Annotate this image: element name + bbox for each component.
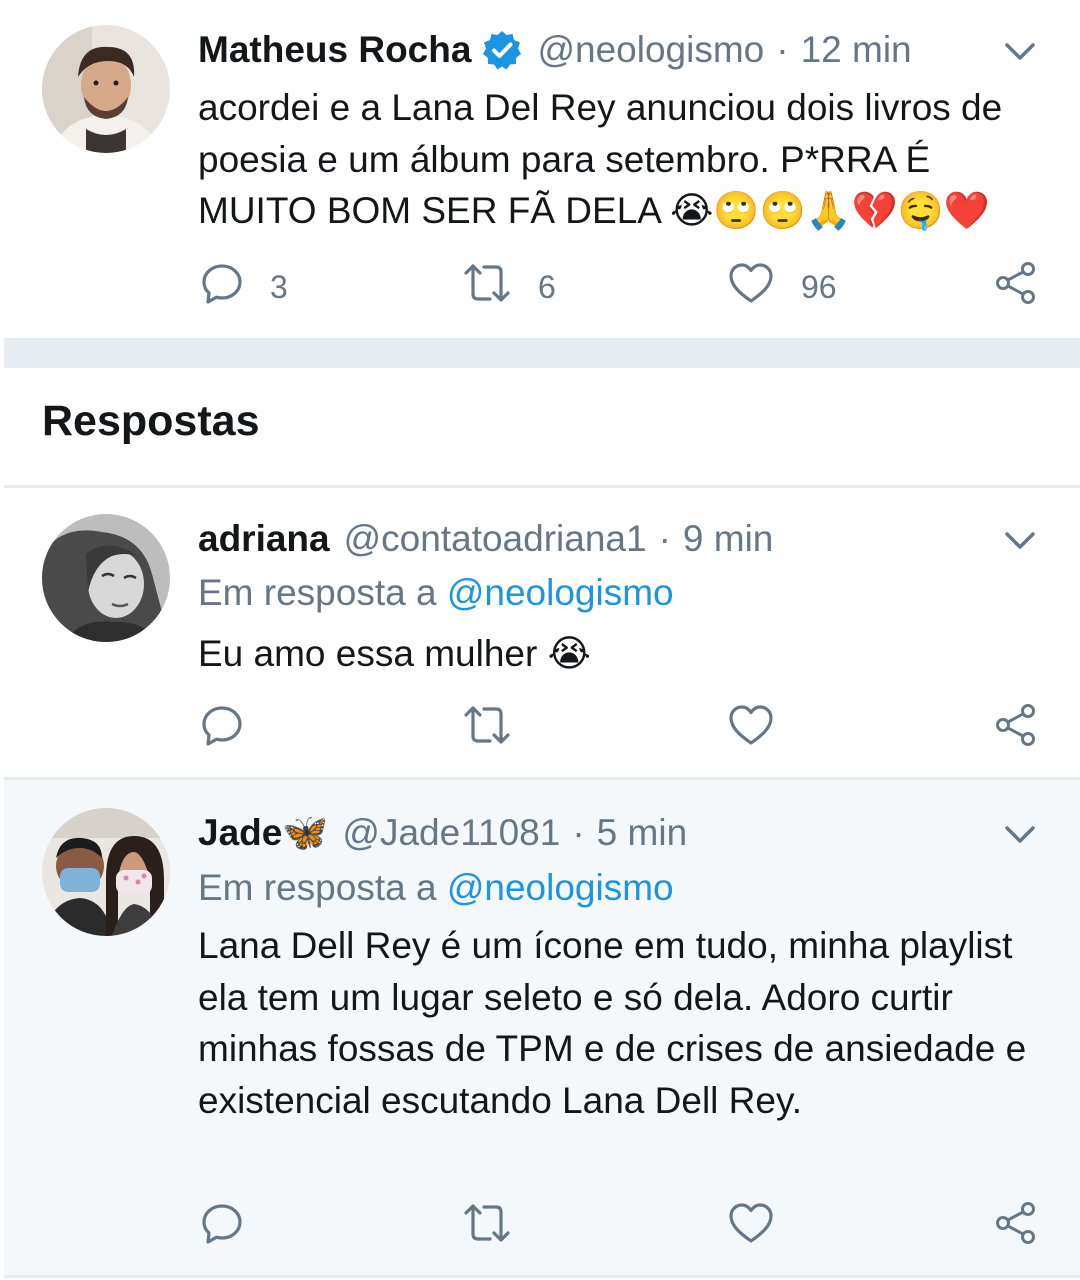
chevron-down-icon[interactable] [1000, 36, 1040, 66]
reply-icon [200, 1201, 244, 1253]
share-icon [994, 703, 1038, 755]
reply-icon [200, 703, 244, 755]
reply-to-prefix: Em resposta a [198, 867, 437, 908]
retweet-count: 6 [538, 268, 556, 305]
reply-tweet[interactable]: adriana @contatoadriana1 · 9 min Em resp… [0, 488, 1080, 778]
reply-context: Em resposta a @neologismo [198, 867, 674, 909]
reply-to-mention[interactable]: @neologismo [447, 572, 674, 613]
tweet-time[interactable]: 9 min [683, 518, 773, 560]
retweet-button[interactable] [462, 704, 512, 754]
tweet-text: Eu amo essa mulher 😭 [198, 633, 591, 674]
like-button[interactable] [727, 1202, 775, 1252]
reply-button[interactable]: 3 [200, 262, 288, 312]
user-handle[interactable]: @Jade11081 [342, 812, 560, 854]
like-button[interactable]: 96 [727, 262, 837, 312]
user-name[interactable]: Jade🦋 [198, 812, 328, 855]
tweet-header: Jade🦋 @Jade11081 · 5 min [198, 808, 687, 858]
reply-count: 3 [270, 268, 288, 305]
reply-context: Em resposta a @neologismo [198, 572, 674, 614]
heart-icon [727, 1201, 775, 1253]
separator-dot: · [776, 29, 789, 70]
share-icon [994, 1201, 1038, 1253]
chevron-down-icon[interactable] [1000, 525, 1040, 555]
chevron-down-icon[interactable] [1000, 819, 1040, 849]
replies-section-title: Respostas [42, 397, 260, 445]
tweet-text: Lana Dell Rey é um ícone em tudo, minha … [198, 925, 1027, 1121]
reply-to-prefix: Em resposta a [198, 572, 437, 613]
user-name[interactable]: adriana [198, 518, 330, 560]
like-button[interactable] [727, 704, 775, 754]
retweet-icon [462, 703, 512, 755]
retweet-icon [462, 1201, 512, 1253]
share-button[interactable] [994, 704, 1038, 754]
action-bar [0, 704, 1080, 754]
avatar-matheus[interactable] [42, 25, 170, 153]
tweet-time[interactable]: 12 min [801, 29, 912, 71]
tweet-text: acordei e a Lana Del Rey anunciou dois l… [198, 87, 1003, 231]
avatar-adriana[interactable] [42, 514, 170, 642]
tweet-header: Matheus Rocha @neologismo · 12 min [198, 25, 912, 75]
user-handle[interactable]: @contatoadriana1 [344, 518, 647, 560]
tweet-time[interactable]: 5 min [597, 812, 687, 854]
reply-to-mention[interactable]: @neologismo [447, 867, 674, 908]
user-name[interactable]: Matheus Rocha [198, 29, 471, 71]
user-handle[interactable]: @neologismo [537, 29, 764, 71]
heart-icon [727, 703, 775, 755]
divider [4, 1275, 1080, 1278]
tweet-header: adriana @contatoadriana1 · 9 min [198, 514, 773, 564]
section-separator [4, 338, 1080, 368]
share-button[interactable] [994, 262, 1038, 312]
avatar-jade[interactable] [42, 808, 170, 936]
retweet-icon [462, 261, 512, 313]
action-bar: 3 6 96 [0, 262, 1080, 312]
verified-badge-icon [481, 29, 523, 71]
reply-tweet[interactable]: Jade🦋 @Jade11081 · 5 min Em resposta a @… [0, 780, 1080, 1275]
like-count: 96 [801, 268, 837, 305]
action-bar [0, 1202, 1080, 1252]
main-tweet[interactable]: Matheus Rocha @neologismo · 12 min acord… [0, 0, 1080, 338]
reply-icon [200, 261, 244, 313]
separator-dot: · [658, 518, 671, 559]
heart-icon [727, 261, 775, 313]
share-button[interactable] [994, 1202, 1038, 1252]
share-icon [994, 261, 1038, 313]
reply-button[interactable] [200, 1202, 244, 1252]
retweet-button[interactable]: 6 [462, 262, 556, 312]
reply-button[interactable] [200, 704, 244, 754]
separator-dot: · [572, 812, 585, 853]
retweet-button[interactable] [462, 1202, 512, 1252]
